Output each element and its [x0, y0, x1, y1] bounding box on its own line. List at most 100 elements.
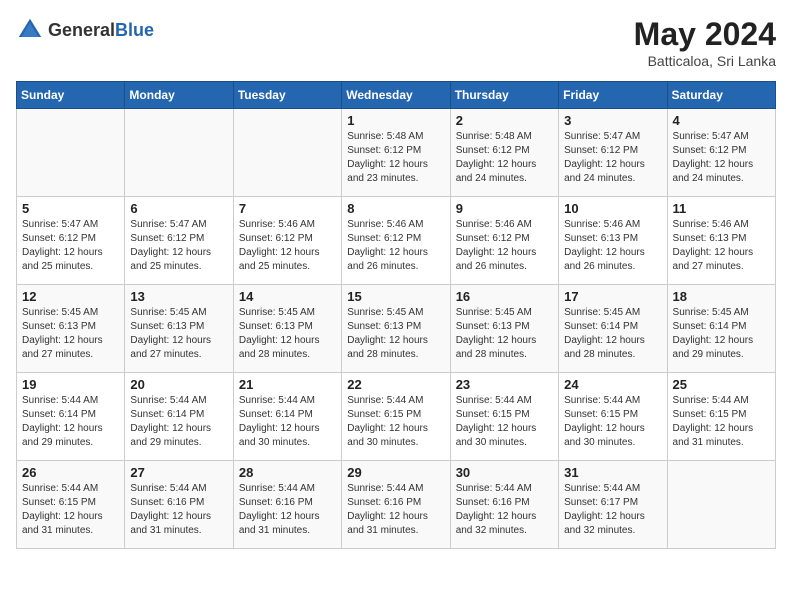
calendar-row-2: 5 Sunrise: 5:47 AM Sunset: 6:12 PM Daylig…	[17, 197, 776, 285]
calendar-cell: 27 Sunrise: 5:44 AM Sunset: 6:16 PM Dayli…	[125, 461, 233, 549]
calendar-cell: 22 Sunrise: 5:44 AM Sunset: 6:15 PM Dayli…	[342, 373, 450, 461]
day-number: 8	[347, 201, 444, 216]
calendar-cell: 28 Sunrise: 5:44 AM Sunset: 6:16 PM Dayli…	[233, 461, 341, 549]
day-info: Sunrise: 5:45 AM Sunset: 6:13 PM Dayligh…	[130, 306, 227, 362]
day-number: 31	[564, 465, 661, 480]
calendar-cell: 16 Sunrise: 5:45 AM Sunset: 6:13 PM Dayli…	[450, 285, 558, 373]
day-number: 19	[22, 377, 119, 392]
calendar-cell: 12 Sunrise: 5:45 AM Sunset: 6:13 PM Dayli…	[17, 285, 125, 373]
calendar-cell: 17 Sunrise: 5:45 AM Sunset: 6:14 PM Dayli…	[559, 285, 667, 373]
calendar-body: 1 Sunrise: 5:48 AM Sunset: 6:12 PM Daylig…	[17, 109, 776, 549]
calendar-cell: 29 Sunrise: 5:44 AM Sunset: 6:16 PM Dayli…	[342, 461, 450, 549]
calendar-cell: 31 Sunrise: 5:44 AM Sunset: 6:17 PM Dayli…	[559, 461, 667, 549]
calendar-cell: 4 Sunrise: 5:47 AM Sunset: 6:12 PM Daylig…	[667, 109, 775, 197]
page-header: GeneralBlue May 2024 Batticaloa, Sri Lan…	[16, 16, 776, 69]
day-info: Sunrise: 5:46 AM Sunset: 6:13 PM Dayligh…	[673, 218, 770, 274]
calendar-cell: 25 Sunrise: 5:44 AM Sunset: 6:15 PM Dayli…	[667, 373, 775, 461]
day-number: 1	[347, 113, 444, 128]
calendar-cell: 2 Sunrise: 5:48 AM Sunset: 6:12 PM Daylig…	[450, 109, 558, 197]
calendar-cell	[667, 461, 775, 549]
day-number: 29	[347, 465, 444, 480]
calendar-row-4: 19 Sunrise: 5:44 AM Sunset: 6:14 PM Dayli…	[17, 373, 776, 461]
day-number: 22	[347, 377, 444, 392]
day-info: Sunrise: 5:45 AM Sunset: 6:14 PM Dayligh…	[564, 306, 661, 362]
day-info: Sunrise: 5:45 AM Sunset: 6:13 PM Dayligh…	[456, 306, 553, 362]
logo-icon	[16, 16, 44, 44]
weekday-header-sunday: Sunday	[17, 82, 125, 109]
day-info: Sunrise: 5:44 AM Sunset: 6:15 PM Dayligh…	[673, 394, 770, 450]
calendar-cell: 13 Sunrise: 5:45 AM Sunset: 6:13 PM Dayli…	[125, 285, 233, 373]
day-number: 16	[456, 289, 553, 304]
day-info: Sunrise: 5:47 AM Sunset: 6:12 PM Dayligh…	[673, 130, 770, 186]
calendar-cell	[233, 109, 341, 197]
day-info: Sunrise: 5:44 AM Sunset: 6:16 PM Dayligh…	[239, 482, 336, 538]
calendar-cell: 15 Sunrise: 5:45 AM Sunset: 6:13 PM Dayli…	[342, 285, 450, 373]
day-info: Sunrise: 5:45 AM Sunset: 6:13 PM Dayligh…	[239, 306, 336, 362]
day-number: 14	[239, 289, 336, 304]
calendar-cell: 5 Sunrise: 5:47 AM Sunset: 6:12 PM Daylig…	[17, 197, 125, 285]
calendar-cell: 30Sunrise: 5:44 AM Sunset: 6:16 PM Dayli…	[450, 461, 558, 549]
day-info: Sunrise: 5:46 AM Sunset: 6:12 PM Dayligh…	[239, 218, 336, 274]
day-number: 5	[22, 201, 119, 216]
weekday-header-tuesday: Tuesday	[233, 82, 341, 109]
day-number: 21	[239, 377, 336, 392]
day-info: Sunrise: 5:45 AM Sunset: 6:13 PM Dayligh…	[22, 306, 119, 362]
day-number: 18	[673, 289, 770, 304]
month-year-title: May 2024	[634, 16, 776, 53]
day-number: 23	[456, 377, 553, 392]
day-number: 12	[22, 289, 119, 304]
calendar-cell	[125, 109, 233, 197]
weekday-header-thursday: Thursday	[450, 82, 558, 109]
weekday-header-row: SundayMondayTuesdayWednesdayThursdayFrid…	[17, 82, 776, 109]
day-info: Sunrise: 5:47 AM Sunset: 6:12 PM Dayligh…	[564, 130, 661, 186]
calendar-table: SundayMondayTuesdayWednesdayThursdayFrid…	[16, 81, 776, 549]
day-info: Sunrise: 5:44 AM Sunset: 6:17 PM Dayligh…	[564, 482, 661, 538]
day-info: Sunrise: 5:44 AM Sunset: 6:15 PM Dayligh…	[347, 394, 444, 450]
day-number: 15	[347, 289, 444, 304]
day-info: Sunrise: 5:45 AM Sunset: 6:14 PM Dayligh…	[673, 306, 770, 362]
day-number: 24	[564, 377, 661, 392]
day-info: Sunrise: 5:44 AM Sunset: 6:16 PM Dayligh…	[456, 482, 553, 538]
day-number: 10	[564, 201, 661, 216]
day-info: Sunrise: 5:47 AM Sunset: 6:12 PM Dayligh…	[22, 218, 119, 274]
logo-blue-text: Blue	[115, 20, 154, 40]
day-info: Sunrise: 5:44 AM Sunset: 6:16 PM Dayligh…	[347, 482, 444, 538]
calendar-cell: 18 Sunrise: 5:45 AM Sunset: 6:14 PM Dayli…	[667, 285, 775, 373]
day-info: Sunrise: 5:44 AM Sunset: 6:15 PM Dayligh…	[456, 394, 553, 450]
logo: GeneralBlue	[16, 16, 154, 44]
calendar-row-1: 1 Sunrise: 5:48 AM Sunset: 6:12 PM Daylig…	[17, 109, 776, 197]
day-info: Sunrise: 5:44 AM Sunset: 6:15 PM Dayligh…	[22, 482, 119, 538]
calendar-cell: 7 Sunrise: 5:46 AM Sunset: 6:12 PM Daylig…	[233, 197, 341, 285]
day-info: Sunrise: 5:45 AM Sunset: 6:13 PM Dayligh…	[347, 306, 444, 362]
day-info: Sunrise: 5:46 AM Sunset: 6:12 PM Dayligh…	[347, 218, 444, 274]
day-number: 17	[564, 289, 661, 304]
day-info: Sunrise: 5:48 AM Sunset: 6:12 PM Dayligh…	[347, 130, 444, 186]
day-number: 28	[239, 465, 336, 480]
day-number: 20	[130, 377, 227, 392]
day-number: 7	[239, 201, 336, 216]
day-info: Sunrise: 5:44 AM Sunset: 6:14 PM Dayligh…	[22, 394, 119, 450]
day-number: 4	[673, 113, 770, 128]
calendar-cell: 21 Sunrise: 5:44 AM Sunset: 6:14 PM Dayli…	[233, 373, 341, 461]
day-number: 27	[130, 465, 227, 480]
logo-general-text: General	[48, 20, 115, 40]
day-info: Sunrise: 5:44 AM Sunset: 6:15 PM Dayligh…	[564, 394, 661, 450]
calendar-cell: 20Sunrise: 5:44 AM Sunset: 6:14 PM Dayli…	[125, 373, 233, 461]
day-number: 2	[456, 113, 553, 128]
calendar-header: SundayMondayTuesdayWednesdayThursdayFrid…	[17, 82, 776, 109]
calendar-cell: 23 Sunrise: 5:44 AM Sunset: 6:15 PM Dayli…	[450, 373, 558, 461]
day-info: Sunrise: 5:48 AM Sunset: 6:12 PM Dayligh…	[456, 130, 553, 186]
calendar-cell: 11Sunrise: 5:46 AM Sunset: 6:13 PM Dayli…	[667, 197, 775, 285]
calendar-cell: 8 Sunrise: 5:46 AM Sunset: 6:12 PM Daylig…	[342, 197, 450, 285]
calendar-cell: 9Sunrise: 5:46 AM Sunset: 6:12 PM Daylig…	[450, 197, 558, 285]
day-info: Sunrise: 5:47 AM Sunset: 6:12 PM Dayligh…	[130, 218, 227, 274]
location-subtitle: Batticaloa, Sri Lanka	[634, 53, 776, 69]
day-info: Sunrise: 5:44 AM Sunset: 6:16 PM Dayligh…	[130, 482, 227, 538]
weekday-header-saturday: Saturday	[667, 82, 775, 109]
day-info: Sunrise: 5:44 AM Sunset: 6:14 PM Dayligh…	[239, 394, 336, 450]
calendar-cell: 19 Sunrise: 5:44 AM Sunset: 6:14 PM Dayli…	[17, 373, 125, 461]
day-number: 3	[564, 113, 661, 128]
day-number: 25	[673, 377, 770, 392]
weekday-header-monday: Monday	[125, 82, 233, 109]
day-number: 13	[130, 289, 227, 304]
